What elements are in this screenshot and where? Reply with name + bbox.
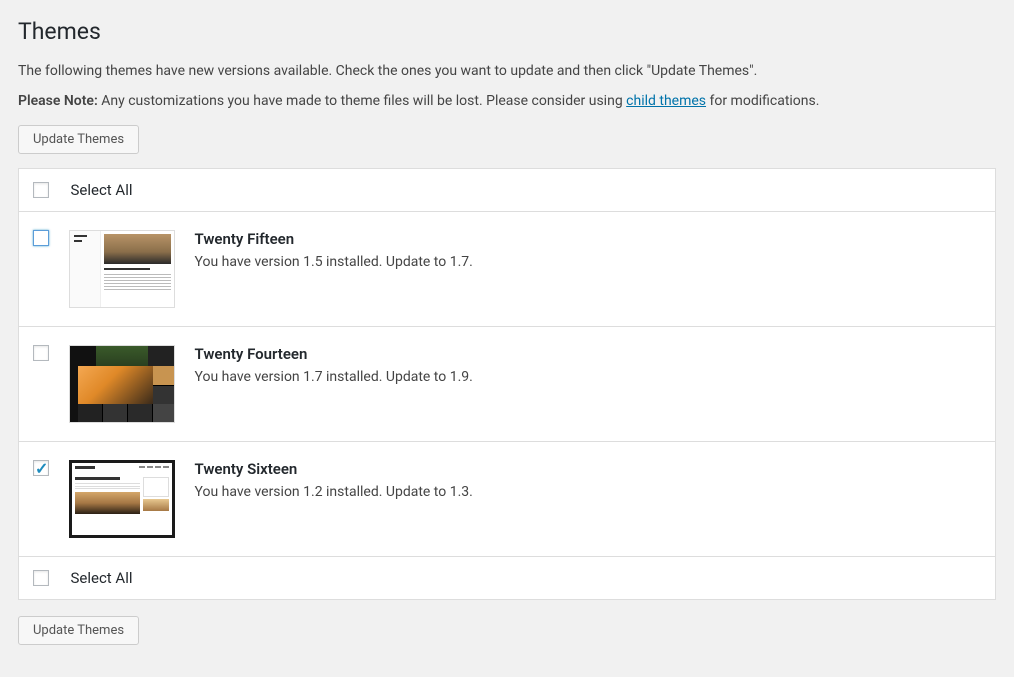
note-text: Please Note: Any customizations you have… bbox=[18, 93, 996, 109]
note-after: for modifications. bbox=[706, 93, 819, 109]
select-all-label: Select All bbox=[70, 569, 132, 587]
theme-thumbnail bbox=[69, 460, 175, 538]
theme-description: You have version 1.5 installed. Update t… bbox=[195, 254, 982, 270]
select-all-checkbox-bottom[interactable] bbox=[33, 570, 49, 586]
select-all-label: Select All bbox=[70, 181, 132, 199]
theme-thumbnail bbox=[69, 230, 175, 308]
theme-thumbnail bbox=[69, 345, 175, 423]
page-title: Themes bbox=[18, 18, 996, 45]
theme-description: You have version 1.2 installed. Update t… bbox=[195, 484, 982, 500]
theme-title: Twenty Fifteen bbox=[195, 230, 982, 248]
theme-checkbox[interactable] bbox=[33, 460, 49, 476]
note-strong: Please Note: bbox=[18, 93, 98, 109]
theme-title: Twenty Sixteen bbox=[195, 460, 982, 478]
theme-description: You have version 1.7 installed. Update t… bbox=[195, 369, 982, 385]
update-themes-button-top[interactable]: Update Themes bbox=[18, 125, 139, 154]
select-all-row-bottom: Select All bbox=[19, 557, 996, 600]
select-all-row-top: Select All bbox=[19, 169, 996, 212]
theme-row: Twenty Fourteen You have version 1.7 ins… bbox=[19, 327, 996, 442]
theme-row: Twenty Fifteen You have version 1.5 inst… bbox=[19, 212, 996, 327]
themes-table: Select All bbox=[18, 168, 996, 600]
theme-checkbox[interactable] bbox=[33, 230, 49, 246]
note-before: Any customizations you have made to them… bbox=[98, 93, 626, 109]
intro-text: The following themes have new versions a… bbox=[18, 63, 996, 79]
child-themes-link[interactable]: child themes bbox=[626, 93, 706, 109]
theme-checkbox[interactable] bbox=[33, 345, 49, 361]
select-all-checkbox-top[interactable] bbox=[33, 182, 49, 198]
theme-title: Twenty Fourteen bbox=[195, 345, 982, 363]
update-themes-button-bottom[interactable]: Update Themes bbox=[18, 616, 139, 645]
theme-row: Twenty Sixteen You have version 1.2 inst… bbox=[19, 442, 996, 557]
